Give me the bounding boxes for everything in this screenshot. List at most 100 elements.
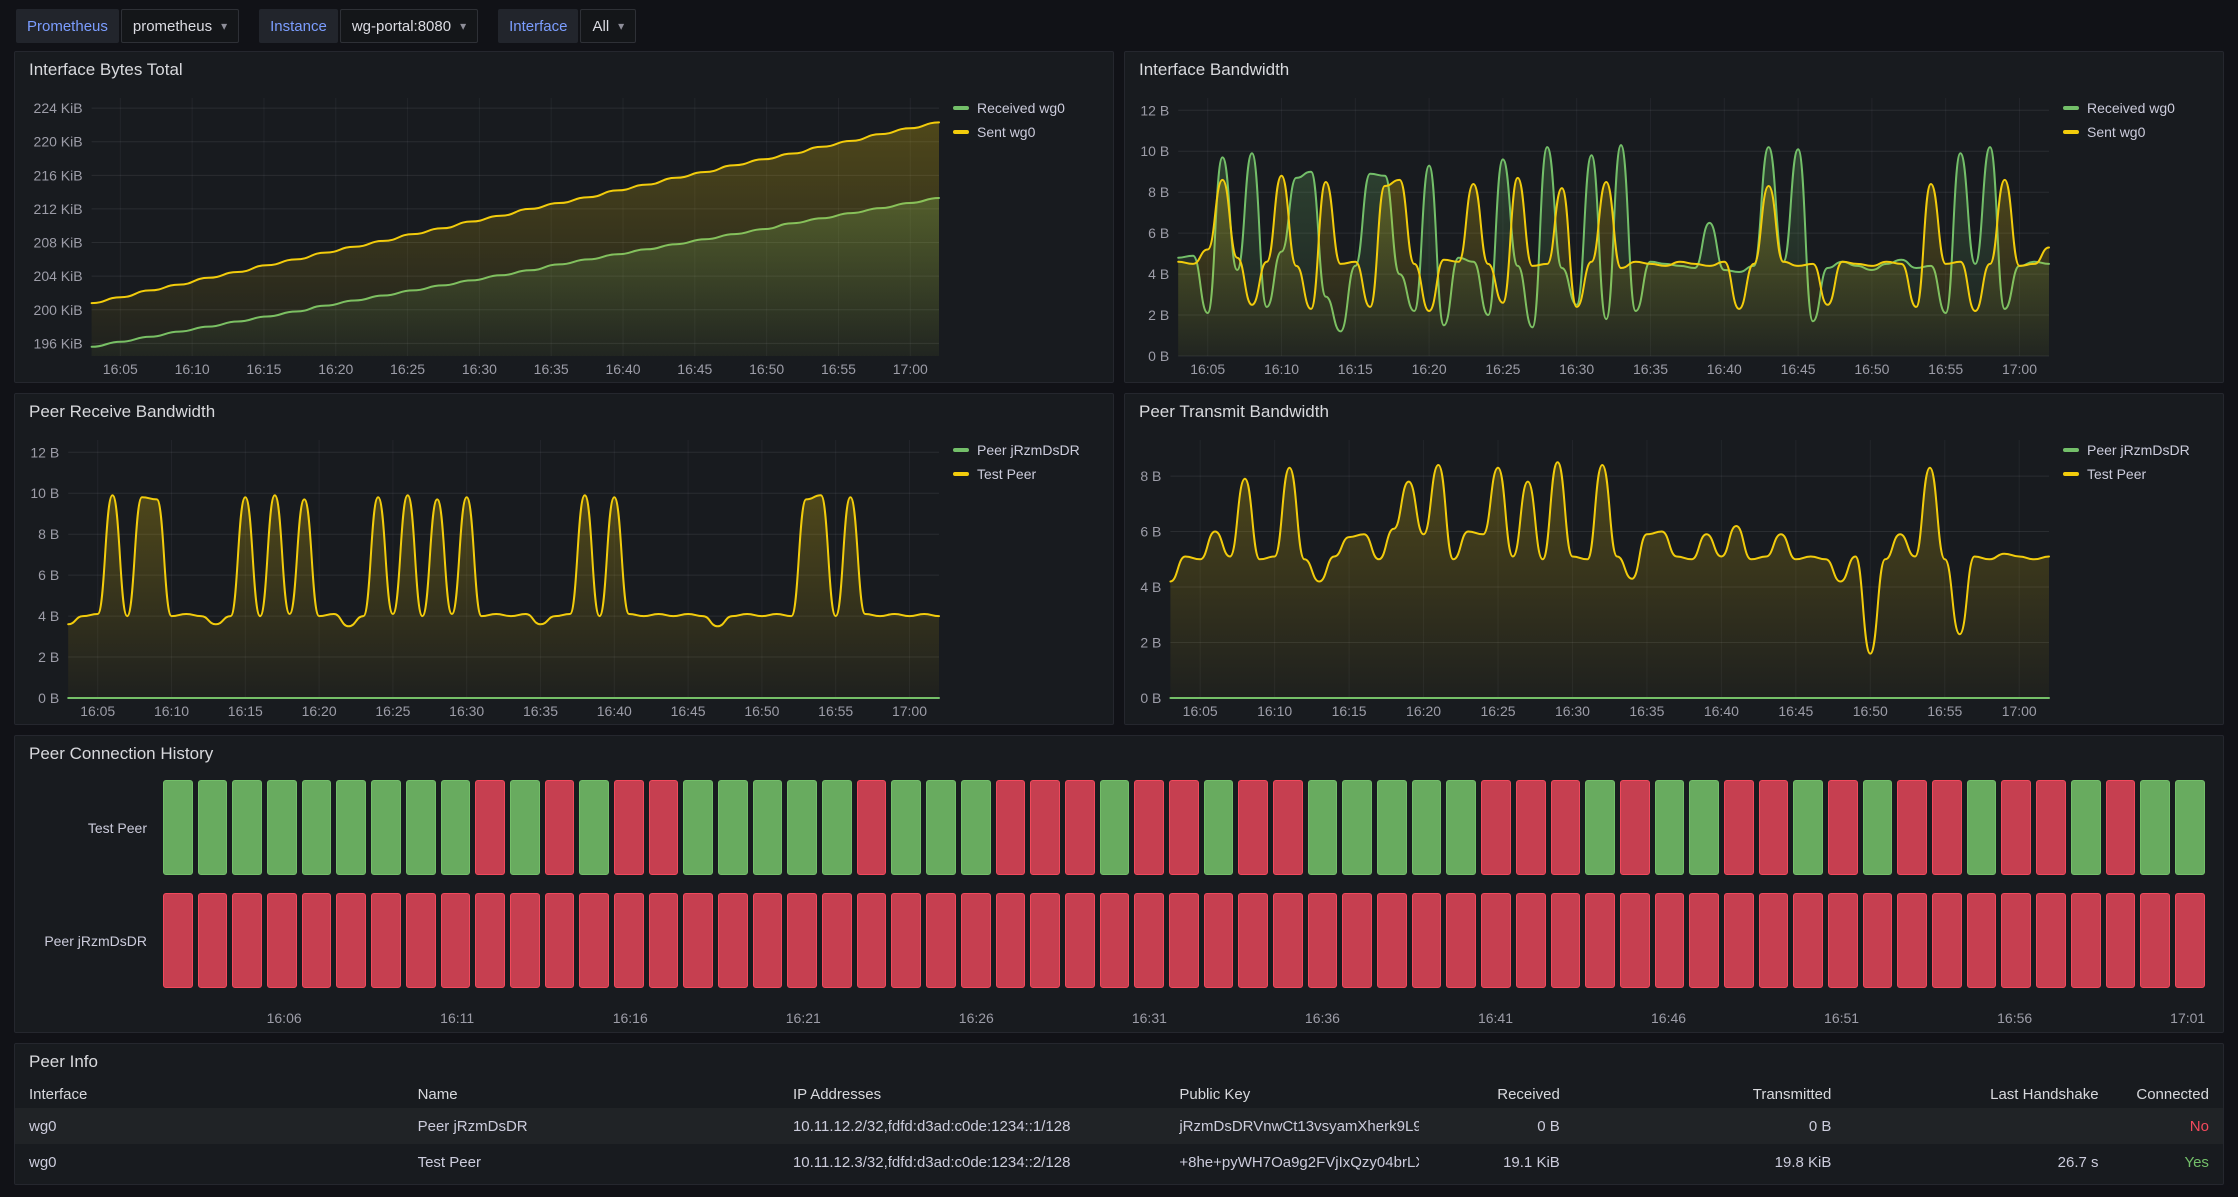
panel-peer-receive-bandwidth: Peer Receive Bandwidth 16:0516:1016:1516… — [14, 393, 1114, 725]
svg-text:204 KiB: 204 KiB — [34, 268, 83, 284]
svg-text:16:25: 16:25 — [1485, 361, 1520, 377]
chart-canvas[interactable]: 16:0516:1016:1516:2016:2516:3016:3516:40… — [1131, 88, 2057, 380]
status-bar-down — [1932, 780, 1962, 875]
table-body: wg0Peer jRzmDsDR10.11.12.2/32,fdfd:d3ad:… — [15, 1108, 2223, 1180]
panel-title[interactable]: Peer Info — [15, 1044, 2223, 1080]
panel-title[interactable]: Interface Bytes Total — [15, 52, 1113, 88]
svg-text:16:35: 16:35 — [1633, 361, 1668, 377]
svg-text:0 B: 0 B — [1148, 348, 1169, 364]
column-header-received[interactable]: Received — [1419, 1086, 1574, 1103]
chart-legend: Peer jRzmDsDR Test Peer — [2057, 430, 2217, 722]
status-bar-down — [683, 893, 713, 988]
status-bars — [163, 780, 2205, 875]
legend-series-label: Received wg0 — [977, 100, 1065, 116]
status-bar-down — [2175, 893, 2205, 988]
svg-text:16:05: 16:05 — [103, 361, 138, 377]
cell-received: 19.1 KiB — [1419, 1154, 1574, 1171]
x-tick-label: 16:06 — [267, 1010, 302, 1026]
time-series-plot[interactable]: 16:0516:1016:1516:2016:2516:3016:3516:40… — [21, 430, 947, 722]
legend-series-label: Peer jRzmDsDR — [977, 442, 1080, 458]
svg-text:16:10: 16:10 — [1264, 361, 1299, 377]
status-bar-down — [1828, 893, 1858, 988]
status-bar-down — [2140, 893, 2170, 988]
panel-title[interactable]: Peer Connection History — [15, 736, 2223, 772]
column-header-connected[interactable]: Connected — [2113, 1086, 2223, 1103]
status-bar-down — [1516, 780, 1546, 875]
cell-connected: No — [2113, 1118, 2223, 1135]
legend-item[interactable]: Received wg0 — [2063, 100, 2211, 116]
dashboard-grid: Interface Bytes Total 16:0516:1016:1516:… — [0, 47, 2238, 1197]
svg-text:16:20: 16:20 — [1406, 703, 1441, 719]
column-header-interface[interactable]: Interface — [15, 1086, 404, 1103]
svg-text:16:35: 16:35 — [1629, 703, 1664, 719]
cell-interface: wg0 — [15, 1154, 404, 1171]
variable-value-dropdown[interactable]: wg-portal:8080▾ — [340, 9, 478, 43]
legend-item[interactable]: Received wg0 — [953, 100, 1101, 116]
svg-text:17:00: 17:00 — [2002, 703, 2037, 719]
status-bar-down — [961, 893, 991, 988]
legend-series-label: Sent wg0 — [2087, 124, 2145, 140]
svg-text:12 B: 12 B — [1140, 102, 1169, 118]
status-bar-up — [1585, 780, 1615, 875]
panel-title[interactable]: Peer Receive Bandwidth — [15, 394, 1113, 430]
status-bar-up — [1412, 780, 1442, 875]
panel-title[interactable]: Peer Transmit Bandwidth — [1125, 394, 2223, 430]
status-bar-down — [1134, 780, 1164, 875]
legend-series-swatch — [2063, 448, 2079, 452]
legend-item[interactable]: Test Peer — [953, 466, 1101, 482]
legend-item[interactable]: Peer jRzmDsDR — [2063, 442, 2211, 458]
chart-canvas[interactable]: 16:0516:1016:1516:2016:2516:3016:3516:40… — [21, 430, 947, 722]
status-row-label: Peer jRzmDsDR — [15, 893, 163, 988]
chart-canvas[interactable]: 16:0516:1016:1516:2016:2516:3016:3516:40… — [21, 88, 947, 380]
legend-series-swatch — [953, 448, 969, 452]
column-header-name[interactable]: Name — [404, 1086, 779, 1103]
variable-label: Instance — [259, 9, 338, 43]
status-bar-up — [2175, 780, 2205, 875]
status-bar-down — [996, 893, 1026, 988]
status-bar-down — [163, 893, 193, 988]
time-series-plot[interactable]: 16:0516:1016:1516:2016:2516:3016:3516:40… — [1131, 430, 2057, 722]
variable-value-dropdown[interactable]: All▾ — [580, 9, 636, 43]
status-bar-up — [406, 780, 436, 875]
svg-text:16:30: 16:30 — [449, 703, 484, 719]
column-header-ip-addresses[interactable]: IP Addresses — [779, 1086, 1165, 1103]
legend-item[interactable]: Test Peer — [2063, 466, 2211, 482]
status-bar-down — [857, 780, 887, 875]
svg-text:16:50: 16:50 — [1854, 361, 1889, 377]
svg-text:16:05: 16:05 — [80, 703, 115, 719]
status-bar-down — [579, 893, 609, 988]
status-bar-down — [2001, 893, 2031, 988]
svg-text:8 B: 8 B — [38, 526, 59, 542]
x-tick-label: 16:51 — [1824, 1010, 1859, 1026]
status-bar-down — [1030, 893, 1060, 988]
column-header-last-handshake[interactable]: Last Handshake — [1845, 1086, 2112, 1103]
column-header-public-key[interactable]: Public Key — [1165, 1086, 1419, 1103]
status-bar-down — [1967, 893, 1997, 988]
chart-canvas[interactable]: 16:0516:1016:1516:2016:2516:3016:3516:40… — [1131, 430, 2057, 722]
svg-text:16:25: 16:25 — [1480, 703, 1515, 719]
status-bar-up — [1446, 780, 1476, 875]
status-bar-down — [1030, 780, 1060, 875]
x-tick-label: 16:56 — [1997, 1010, 2032, 1026]
variable-label: Interface — [498, 9, 578, 43]
status-bar-up — [371, 780, 401, 875]
legend-item[interactable]: Sent wg0 — [953, 124, 1101, 140]
panel-peer-info: Peer Info InterfaceNameIP AddressesPubli… — [14, 1043, 2224, 1185]
status-bar-down — [1724, 780, 1754, 875]
column-header-transmitted[interactable]: Transmitted — [1574, 1086, 1846, 1103]
legend-item[interactable]: Peer jRzmDsDR — [953, 442, 1101, 458]
cell-last-handshake: 26.7 s — [1845, 1154, 2112, 1171]
time-series-plot[interactable]: 16:0516:1016:1516:2016:2516:3016:3516:40… — [21, 88, 947, 380]
time-series-plot[interactable]: 16:0516:1016:1516:2016:2516:3016:3516:40… — [1131, 88, 2057, 380]
svg-text:17:00: 17:00 — [893, 361, 928, 377]
variable-value-dropdown[interactable]: prometheus▾ — [121, 9, 239, 43]
status-bar-down — [1065, 893, 1095, 988]
panel-peer-transmit-bandwidth: Peer Transmit Bandwidth 16:0516:1016:151… — [1124, 393, 2224, 725]
status-bar-down — [1412, 893, 1442, 988]
panel-title[interactable]: Interface Bandwidth — [1125, 52, 2223, 88]
legend-item[interactable]: Sent wg0 — [2063, 124, 2211, 140]
svg-text:6 B: 6 B — [1140, 524, 1161, 540]
variable-interface: InterfaceAll▾ — [498, 9, 636, 43]
status-bar-down — [787, 893, 817, 988]
table-header-row: InterfaceNameIP AddressesPublic KeyRecei… — [15, 1080, 2223, 1108]
